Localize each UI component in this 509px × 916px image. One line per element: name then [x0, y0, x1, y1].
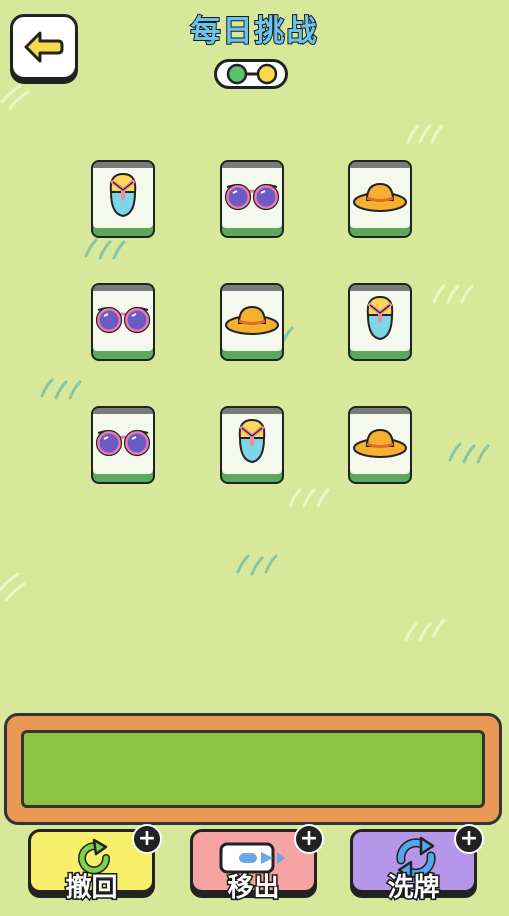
flip-flop-icon — [360, 293, 400, 349]
tile-face — [222, 162, 282, 228]
tile-face — [222, 408, 282, 474]
flip-flop-icon — [103, 170, 143, 226]
remove-button[interactable]: + 移出 — [190, 824, 324, 905]
tray-slots — [21, 730, 485, 808]
tile-sun-hat[interactable] — [348, 160, 412, 238]
sun-hat-icon — [351, 424, 409, 464]
tile-flip-flop[interactable] — [220, 406, 284, 484]
tile-sun-hat[interactable] — [348, 406, 412, 484]
tile-face — [350, 408, 410, 474]
shuffle-add-badge[interactable]: + — [454, 824, 484, 854]
sunglasses-icon — [223, 179, 281, 217]
undo-add-badge[interactable]: + — [132, 824, 162, 854]
tile-sunglasses[interactable] — [220, 160, 284, 238]
sunglasses-icon — [94, 425, 152, 463]
tile-tray — [4, 713, 502, 825]
tile-sun-hat[interactable] — [220, 283, 284, 361]
page-title: 每日挑战 — [190, 13, 319, 50]
level-toggle-icon — [226, 63, 278, 85]
shuffle-label: 洗牌 — [386, 872, 441, 905]
sun-hat-icon — [223, 301, 281, 341]
sunglasses-icon — [94, 302, 152, 340]
tile-flip-flop[interactable] — [348, 283, 412, 361]
flip-flop-icon — [232, 416, 272, 472]
tile-sunglasses[interactable] — [91, 283, 155, 361]
tile-flip-flop[interactable] — [91, 160, 155, 238]
level-toggle[interactable] — [214, 59, 288, 89]
tile-face — [93, 408, 153, 474]
remove-label: 移出 — [226, 872, 281, 905]
tile-face — [93, 162, 153, 228]
tile-face — [93, 285, 153, 351]
tile-face — [350, 162, 410, 228]
sun-hat-icon — [351, 178, 409, 218]
tile-sunglasses[interactable] — [91, 406, 155, 484]
tile-face — [222, 285, 282, 351]
shuffle-button[interactable]: + 洗牌 — [350, 824, 484, 905]
tile-face — [350, 285, 410, 351]
undo-label: 撤回 — [64, 872, 119, 905]
remove-add-badge[interactable]: + — [294, 824, 324, 854]
undo-button[interactable]: + 撤回 — [28, 824, 162, 905]
